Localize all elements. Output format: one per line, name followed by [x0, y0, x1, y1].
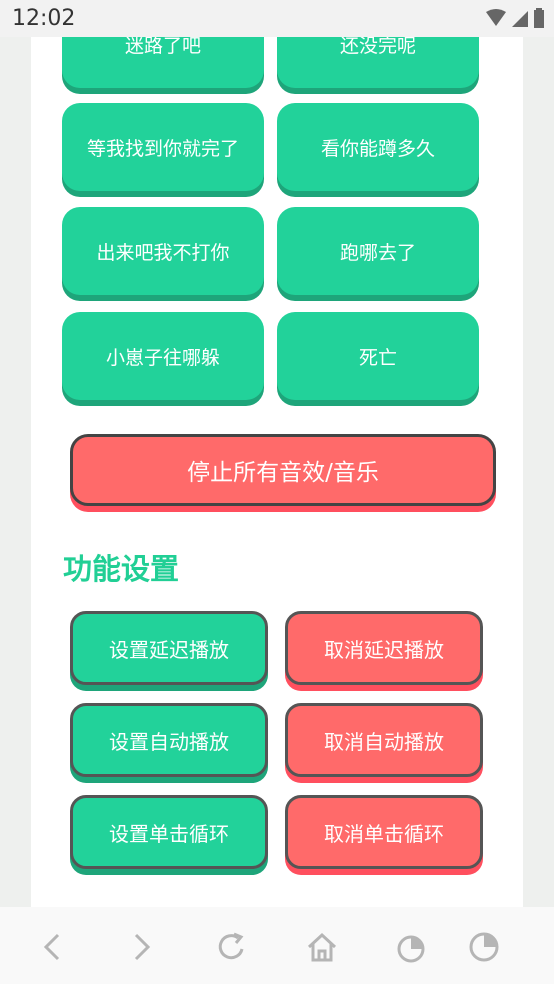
sound-button-4[interactable]: 看你能蹲多久	[277, 103, 479, 191]
stop-all-button[interactable]: 停止所有音效/音乐	[70, 434, 496, 506]
status-icons	[486, 8, 544, 28]
signal-icon	[512, 11, 528, 27]
menu-icon[interactable]	[466, 929, 502, 965]
sound-button-3[interactable]: 等我找到你就完了	[62, 103, 264, 191]
home-icon[interactable]	[304, 929, 340, 965]
sound-button-7[interactable]: 小崽子往哪躲	[62, 312, 264, 400]
cancel-loop-button[interactable]: 取消单击循环	[285, 795, 483, 869]
status-time: 12:02	[12, 6, 76, 31]
refresh-icon[interactable]	[214, 929, 250, 965]
tabs-icon[interactable]	[395, 929, 431, 965]
sound-button-6[interactable]: 跑哪去了	[277, 207, 479, 295]
cancel-delay-button[interactable]: 取消延迟播放	[285, 611, 483, 685]
battery-icon	[534, 8, 544, 28]
back-icon[interactable]	[36, 929, 72, 965]
browser-nav-bar	[0, 907, 554, 984]
set-autoplay-button[interactable]: 设置自动播放	[70, 703, 268, 777]
wifi-icon	[486, 9, 506, 26]
cancel-autoplay-button[interactable]: 取消自动播放	[285, 703, 483, 777]
status-bar: 12:02	[0, 0, 554, 37]
content-panel: 迷路了吧 还没完呢 等我找到你就完了 看你能蹲多久 出来吧我不打你 跑哪去了 小…	[31, 37, 523, 907]
sound-button-5[interactable]: 出来吧我不打你	[62, 207, 264, 295]
sound-button-1[interactable]: 迷路了吧	[62, 37, 264, 88]
set-loop-button[interactable]: 设置单击循环	[70, 795, 268, 869]
forward-icon[interactable]	[124, 929, 160, 965]
sound-button-8[interactable]: 死亡	[277, 312, 479, 400]
set-delay-button[interactable]: 设置延迟播放	[70, 611, 268, 685]
section-title: 功能设置	[63, 552, 180, 586]
sound-button-2[interactable]: 还没完呢	[277, 37, 479, 88]
